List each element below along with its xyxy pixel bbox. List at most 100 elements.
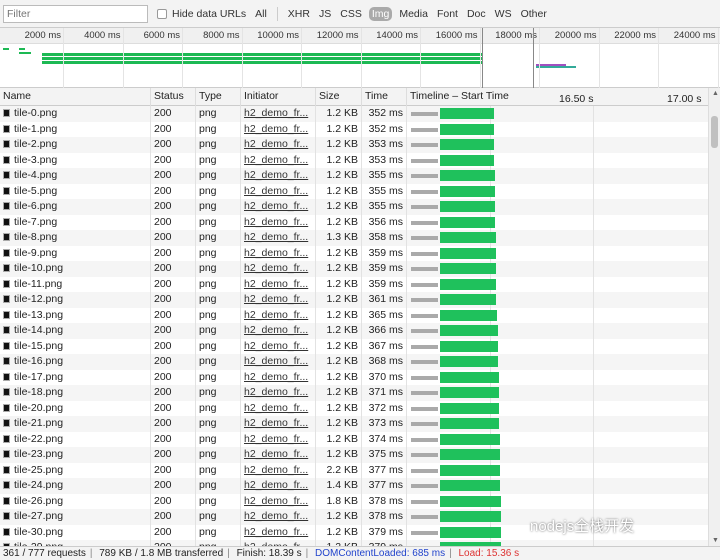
cell-initiator-text[interactable]: h2_demo_fr...: [244, 433, 308, 445]
column-size[interactable]: Size: [316, 88, 362, 106]
table-row[interactable]: tile-14.png 200 png h2_demo_fr... 1.2 KB 366 …: [0, 323, 708, 339]
column-status[interactable]: Status: [151, 88, 196, 106]
cell-initiator: h2_demo_fr...: [241, 307, 316, 323]
waiting-bar: [411, 127, 438, 132]
column-type[interactable]: Type: [196, 88, 241, 106]
table-row[interactable]: tile-9.png 200 png h2_demo_fr... 1.2 KB 359 m…: [0, 245, 708, 261]
cell-initiator-text[interactable]: h2_demo_fr...: [244, 138, 308, 150]
cell-initiator-text[interactable]: h2_demo_fr...: [244, 293, 308, 305]
cell-status-text: 200: [154, 370, 172, 383]
table-row[interactable]: tile-16.png 200 png h2_demo_fr... 1.2 KB 368 …: [0, 354, 708, 370]
table-row[interactable]: tile-15.png 200 png h2_demo_fr... 1.2 KB 367 …: [0, 338, 708, 354]
cell-status-text: 200: [154, 525, 172, 538]
type-filter-xhr[interactable]: XHR: [286, 7, 312, 21]
cell-name-text: tile-5.png: [14, 184, 58, 197]
table-row[interactable]: tile-23.png 200 png h2_demo_fr... 1.2 KB 375 …: [0, 447, 708, 463]
cell-initiator-text[interactable]: h2_demo_fr...: [244, 185, 308, 197]
cell-initiator-text[interactable]: h2_demo_fr...: [244, 495, 308, 507]
table-row[interactable]: tile-0.png 200 png h2_demo_fr... 1.2 KB 352 m…: [0, 106, 708, 122]
table-row[interactable]: tile-25.png 200 png h2_demo_fr... 2.2 KB 377 …: [0, 462, 708, 478]
cell-type-text: png: [199, 262, 217, 274]
timeline-overview[interactable]: 2000 ms 4000 ms 6000 ms 8000 ms 10000 ms 1200…: [0, 28, 720, 88]
table-row[interactable]: tile-24.png 200 png h2_demo_fr... 1.4 KB 377 …: [0, 478, 708, 494]
cell-initiator-text[interactable]: h2_demo_fr...: [244, 526, 308, 538]
cell-initiator-text[interactable]: h2_demo_fr...: [244, 324, 308, 336]
table-row[interactable]: tile-5.png 200 png h2_demo_fr... 1.2 KB 355 m…: [0, 183, 708, 199]
type-filter-other[interactable]: Other: [519, 7, 549, 21]
cell-name: tile-5.png: [0, 183, 151, 199]
cell-name: tile-12.png: [0, 292, 151, 308]
table-row[interactable]: tile-20.png 200 png h2_demo_fr... 1.2 KB 372 …: [0, 400, 708, 416]
type-filter-ws[interactable]: WS: [493, 7, 514, 21]
table-row[interactable]: tile-8.png 200 png h2_demo_fr... 1.3 KB 358 m…: [0, 230, 708, 246]
cell-status: 200: [151, 292, 196, 308]
cell-initiator-text[interactable]: h2_demo_fr...: [244, 464, 308, 476]
cell-type: png: [196, 431, 241, 447]
table-row[interactable]: tile-2.png 200 png h2_demo_fr... 1.2 KB 353 m…: [0, 137, 708, 153]
table-row[interactable]: tile-18.png 200 png h2_demo_fr... 1.2 KB 371 …: [0, 385, 708, 401]
cell-initiator-text[interactable]: h2_demo_fr...: [244, 417, 308, 429]
cell-initiator-text[interactable]: h2_demo_fr...: [244, 169, 308, 181]
cell-time: 377 ms: [362, 462, 407, 478]
cell-initiator-text[interactable]: h2_demo_fr...: [244, 262, 308, 274]
type-filter-css[interactable]: CSS: [338, 7, 364, 21]
scrollbar-thumb[interactable]: [711, 116, 718, 148]
table-row[interactable]: tile-10.png 200 png h2_demo_fr... 1.2 KB 359 …: [0, 261, 708, 277]
scroll-up-icon[interactable]: ▲: [712, 90, 719, 97]
cell-initiator-text[interactable]: h2_demo_fr...: [244, 154, 308, 166]
table-row[interactable]: tile-11.png 200 png h2_demo_fr... 1.2 KB 359 …: [0, 276, 708, 292]
overview-selection-handle[interactable]: [482, 28, 483, 88]
column-time[interactable]: Time: [362, 88, 407, 106]
cell-initiator-text[interactable]: h2_demo_fr...: [244, 371, 308, 383]
cell-name: tile-23.png: [0, 447, 151, 463]
cell-initiator-text[interactable]: h2_demo_fr...: [244, 479, 308, 491]
hide-data-urls-label[interactable]: Hide data URLs: [170, 7, 248, 21]
cell-initiator-text[interactable]: h2_demo_fr...: [244, 247, 308, 259]
column-timeline[interactable]: Timeline – Start Time 16.50 s 17.00 s: [407, 88, 708, 106]
table-row[interactable]: tile-13.png 200 png h2_demo_fr... 1.2 KB 365 …: [0, 307, 708, 323]
cell-initiator-text[interactable]: h2_demo_fr...: [244, 402, 308, 414]
cell-time-text: 379 ms: [368, 525, 403, 538]
cell-initiator-text[interactable]: h2_demo_fr...: [244, 123, 308, 135]
scroll-down-icon[interactable]: ▼: [712, 537, 719, 544]
cell-name: tile-18.png: [0, 385, 151, 401]
scrollbar[interactable]: ▲ ▼: [708, 88, 720, 546]
cell-initiator-text[interactable]: h2_demo_fr...: [244, 107, 308, 119]
table-row[interactable]: tile-21.png 200 png h2_demo_fr... 1.2 KB 373 …: [0, 416, 708, 432]
cell-initiator-text[interactable]: h2_demo_fr...: [244, 510, 308, 522]
table-row[interactable]: tile-6.png 200 png h2_demo_fr... 1.2 KB 355 m…: [0, 199, 708, 215]
cell-initiator-text[interactable]: h2_demo_fr...: [244, 200, 308, 212]
type-filter-all[interactable]: All: [253, 7, 269, 21]
column-name[interactable]: Name: [0, 88, 151, 106]
cell-initiator-text[interactable]: h2_demo_fr...: [244, 340, 308, 352]
column-initiator[interactable]: Initiator: [241, 88, 316, 106]
cell-initiator-text[interactable]: h2_demo_fr...: [244, 309, 308, 321]
type-filter-media[interactable]: Media: [397, 7, 430, 21]
overview-tick: 14000 ms: [376, 30, 418, 41]
table-row[interactable]: tile-3.png 200 png h2_demo_fr... 1.2 KB 353 m…: [0, 152, 708, 168]
type-filter-doc[interactable]: Doc: [465, 7, 488, 21]
cell-initiator-text[interactable]: h2_demo_fr...: [244, 386, 308, 398]
hide-data-urls-checkbox[interactable]: [157, 8, 167, 19]
cell-size-text: 1.2 KB: [326, 370, 358, 383]
cell-initiator-text[interactable]: h2_demo_fr...: [244, 278, 308, 290]
table-row[interactable]: tile-12.png 200 png h2_demo_fr... 1.2 KB 361 …: [0, 292, 708, 308]
table-row[interactable]: tile-26.png 200 png h2_demo_fr... 1.8 KB 378 …: [0, 493, 708, 509]
cell-initiator-text[interactable]: h2_demo_fr...: [244, 216, 308, 228]
cell-initiator-text[interactable]: h2_demo_fr...: [244, 231, 308, 243]
table-row[interactable]: tile-17.png 200 png h2_demo_fr... 1.2 KB 370 …: [0, 369, 708, 385]
table-row[interactable]: tile-22.png 200 png h2_demo_fr... 1.2 KB 374 …: [0, 431, 708, 447]
waiting-bar: [411, 251, 438, 256]
filter-input[interactable]: [3, 4, 148, 23]
type-filter-font[interactable]: Font: [435, 7, 460, 21]
overview-tick: 8000 ms: [203, 30, 240, 41]
content-download-bar: [440, 123, 494, 135]
cell-initiator-text[interactable]: h2_demo_fr...: [244, 448, 308, 460]
table-row[interactable]: tile-7.png 200 png h2_demo_fr... 1.2 KB 356 m…: [0, 214, 708, 230]
overview-selection-handle[interactable]: [533, 28, 534, 88]
table-row[interactable]: tile-1.png 200 png h2_demo_fr... 1.2 KB 352 m…: [0, 121, 708, 137]
type-filter-img[interactable]: Img: [368, 6, 393, 21]
table-row[interactable]: tile-4.png 200 png h2_demo_fr... 1.2 KB 355 m…: [0, 168, 708, 184]
cell-initiator-text[interactable]: h2_demo_fr...: [244, 355, 308, 367]
type-filter-js[interactable]: JS: [317, 7, 333, 21]
